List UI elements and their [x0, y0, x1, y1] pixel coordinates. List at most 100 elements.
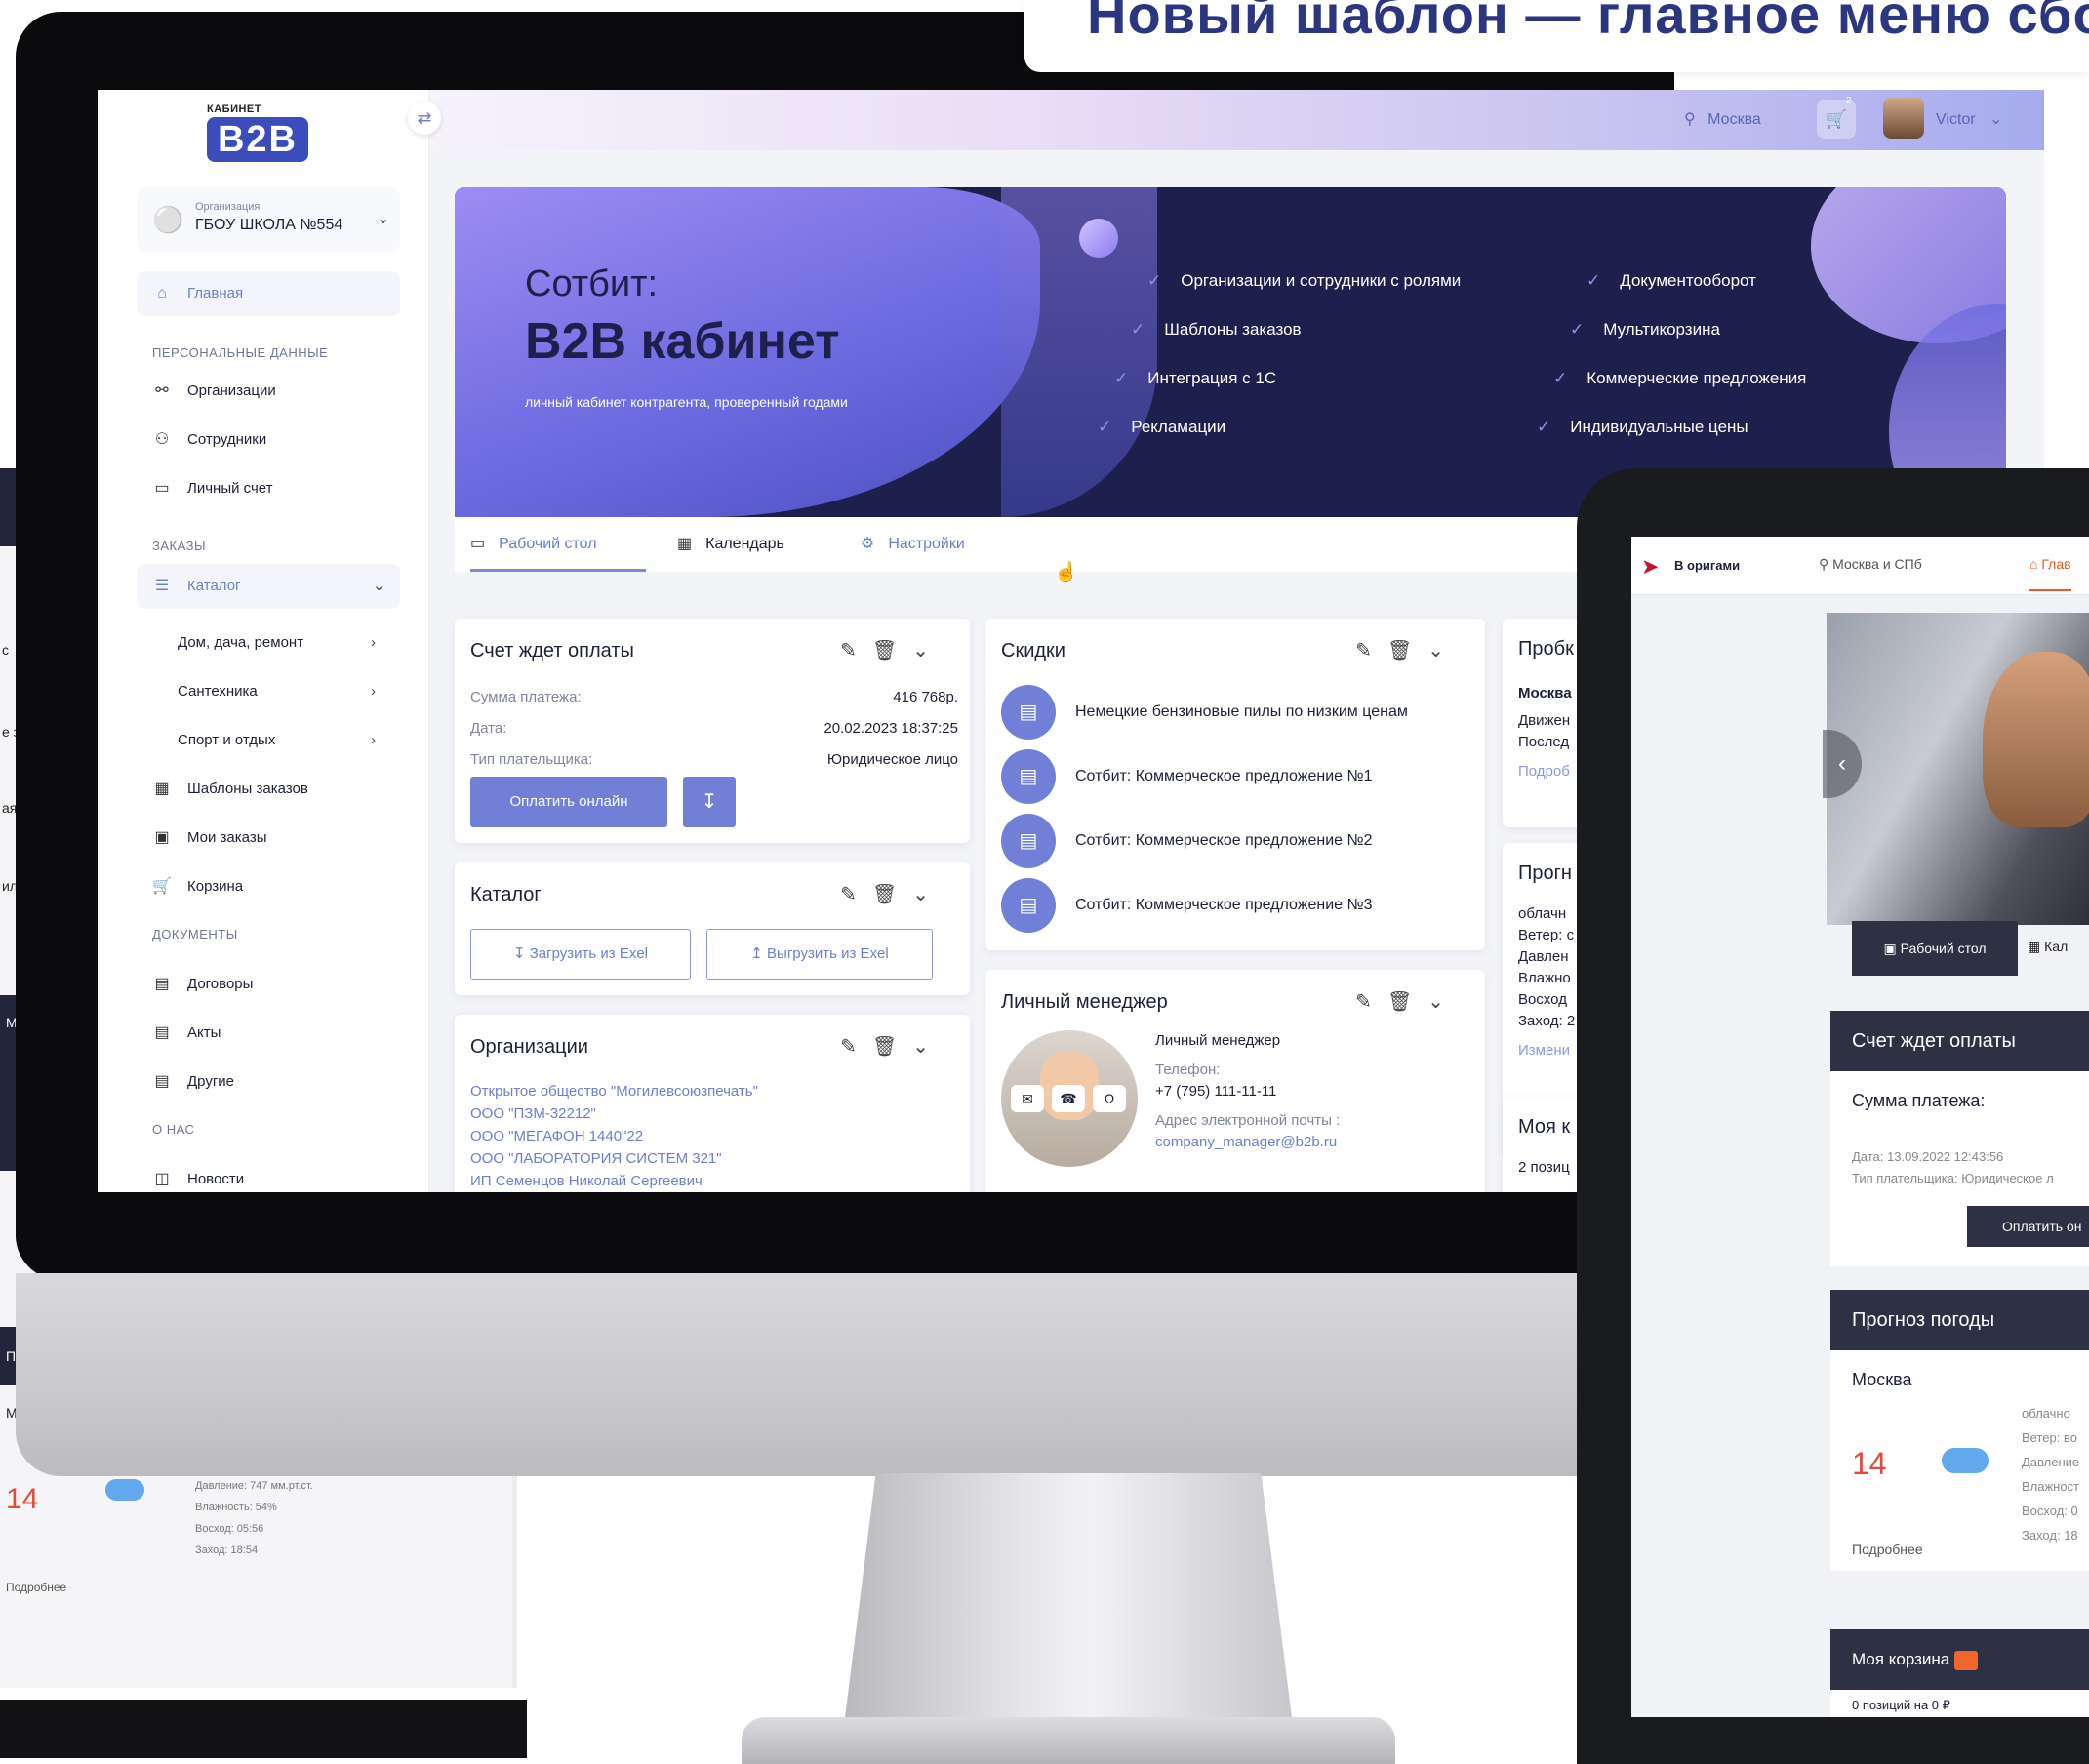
tablet-weather-title: Прогноз погоды — [1830, 1290, 2089, 1350]
trash-icon[interactable]: 🗑 — [1387, 991, 1427, 1013]
user-avatar[interactable] — [1883, 98, 1924, 139]
chevron-down-icon[interactable]: ⌄ — [1427, 991, 1460, 1013]
download-button[interactable]: ↧ — [683, 777, 736, 827]
organization-link[interactable]: ООО "ПЗМ-32212" — [470, 1105, 596, 1122]
pay-online-button[interactable]: Оплатить онлайн — [470, 777, 667, 827]
tablet-home-tab[interactable]: ⌂ Глав — [2029, 556, 2071, 591]
payment-date-row: Дата: 20.02.2023 18:37:25 — [470, 720, 958, 737]
sidebar-item-account[interactable]: ▭ Личный счет — [137, 466, 400, 511]
sidebar-item-acts[interactable]: ▤ Акты — [137, 1011, 400, 1056]
location-label: Москва — [1707, 111, 1761, 128]
tablet-tab-desktop[interactable]: ▣ Рабочий стол — [1852, 921, 2018, 976]
sidebar-item-cart[interactable]: 🛒 Корзина — [137, 864, 400, 909]
monitor-chin — [16, 1273, 1674, 1476]
weather-text: Давлен — [1518, 948, 1569, 965]
sidebar-item-label: Мои заказы — [187, 829, 267, 846]
sunset-text: Заход: 18:54 — [195, 1544, 259, 1556]
upload-excel-button[interactable]: ↧ Загрузить из Exel — [470, 929, 691, 980]
laptop-more-link[interactable]: Подробнее — [6, 1581, 66, 1594]
chevron-down-icon[interactable]: ⌄ — [912, 640, 944, 662]
tablet-top-bar: ➤ В оригами ⚲ Москва и СПб ⌂ Глав — [1631, 537, 2089, 595]
tablet-location[interactable]: ⚲ Москва и СПб — [1819, 556, 1922, 573]
weather-text: облачно — [2022, 1406, 2070, 1421]
layers-icon: ▣ — [1883, 941, 1897, 956]
tab-desktop[interactable]: ▭ Рабочий стол — [470, 517, 646, 572]
check-icon: ✓ — [1114, 369, 1129, 387]
photo-subject — [1983, 652, 2089, 827]
discount-link[interactable]: Сотбит: Коммерческое предложение №1 — [1075, 768, 1373, 785]
card-title: Организации — [470, 1036, 588, 1058]
discounts-card: Скидки ✎🗑⌄ ▤ Немецкие бензиновые пилы по… — [985, 619, 1485, 950]
tablet-pay-button[interactable]: Оплатить он — [1967, 1206, 2089, 1247]
organization-link[interactable]: ООО "МЕГАФОН 1440"22 — [470, 1128, 643, 1144]
more-link[interactable]: Подроб — [1518, 763, 1570, 780]
mail-icon[interactable]: ✉ — [1011, 1085, 1044, 1112]
sidebar-item-home[interactable]: ⌂ Главная — [137, 271, 400, 316]
document-icon: ▤ — [154, 976, 170, 992]
catalog-card: Каталог ✎🗑⌄ ↧ Загрузить из Exel ↥ Выгруз… — [455, 862, 970, 995]
discount-link[interactable]: Сотбит: Коммерческое предложение №2 — [1075, 832, 1373, 850]
cart-count-badge: 2 — [1846, 96, 1852, 106]
email-link[interactable]: company_manager@b2b.ru — [1155, 1134, 1337, 1150]
presentation-stage: с е з ая ил М П М 14 Давление: 747 мм.рт… — [0, 0, 2089, 1764]
trash-icon[interactable]: 🗑 — [872, 1036, 912, 1058]
organization-link[interactable]: ИП Семенцов Николай Сергеевич — [470, 1173, 703, 1189]
payer-type-row: Тип плательщика: Юридическое лицо — [470, 751, 958, 768]
tab-settings[interactable]: ⚙ Настройки — [861, 517, 965, 572]
catalog-subitem[interactable]: Сантехника › — [178, 683, 376, 700]
b2b-logo[interactable]: КАБИНЕТ B2B — [207, 103, 310, 164]
sidebar-item-employees[interactable]: ⚇ Сотрудники — [137, 418, 400, 462]
trash-icon[interactable]: 🗑 — [872, 884, 912, 905]
catalog-subitem[interactable]: Дом, дача, ремонт › — [178, 634, 376, 651]
sidebar-item-catalog[interactable]: ☰ Каталог ⌄ — [137, 564, 400, 609]
chevron-left-icon[interactable]: ‹ — [1823, 730, 1862, 798]
sidebar-item-news[interactable]: ◫ Новости — [137, 1157, 400, 1192]
trash-icon[interactable]: 🗑 — [872, 640, 912, 662]
organization-link[interactable]: ООО "ЛАБОРАТОРИЯ СИСТЕМ 321" — [470, 1150, 722, 1167]
sidebar-item-label: Другие — [187, 1073, 235, 1090]
sidebar-item-others[interactable]: ▤ Другие — [137, 1060, 400, 1104]
chevron-down-icon[interactable]: ⌄ — [912, 884, 944, 905]
gear-icon: ⚙ — [861, 536, 875, 552]
edit-icon[interactable]: ✎ — [840, 1036, 872, 1058]
date-text: Дата: 13.09.2022 12:43:56 — [1852, 1149, 2004, 1164]
sidebar-item-my-orders[interactable]: ▣ Мои заказы — [137, 816, 400, 861]
edit-icon[interactable]: ✎ — [1355, 991, 1387, 1013]
tablet-tab-calendar[interactable]: ▦ Кал — [2028, 939, 2068, 955]
cart-icon: 🛒 — [152, 878, 172, 895]
phone-value[interactable]: +7 (795) 111-11-11 — [1155, 1083, 1276, 1100]
export-excel-button[interactable]: ↥ Выгрузить из Exel — [706, 929, 933, 980]
change-link[interactable]: Измени — [1518, 1042, 1570, 1059]
card-tools: ✎🗑⌄ — [1355, 989, 1460, 1014]
organization-selector[interactable]: ⚪ Организация ГБОУ ШКОЛА №554 ⌄ — [137, 187, 400, 252]
banner-feature: ✓ Коммерческие предложения — [1553, 369, 1806, 388]
discount-link[interactable]: Сотбит: Коммерческое предложение №3 — [1075, 897, 1373, 914]
more-link[interactable]: Подробнее — [1852, 1542, 1923, 1557]
sidebar-item-organizations[interactable]: ⚯ Организации — [137, 369, 400, 414]
user-menu[interactable]: Victor ⌄ — [1936, 109, 2002, 129]
pressure-text: Давление: 747 мм.рт.ст. — [195, 1480, 313, 1492]
tab-calendar[interactable]: ▦ Календарь — [677, 517, 784, 572]
discount-link[interactable]: Немецкие бензиновые пилы по низким ценам — [1075, 703, 1408, 721]
chevron-down-icon[interactable]: ⌄ — [1427, 640, 1460, 662]
collapse-sidebar-button[interactable]: ⇄ — [408, 101, 441, 135]
chevron-down-icon[interactable]: ⌄ — [912, 1036, 944, 1058]
sidebar-item-templates[interactable]: ▦ Шаблоны заказов — [137, 767, 400, 812]
tab-label: Рабочий стол — [499, 536, 597, 552]
edit-icon[interactable]: ✎ — [840, 640, 872, 662]
catalog-subitem[interactable]: Спорт и отдых › — [178, 732, 376, 748]
list-icon: ☰ — [154, 578, 170, 594]
edit-icon[interactable]: ✎ — [1355, 640, 1387, 662]
sidebar-item-label: Каталог — [187, 578, 241, 594]
catalog-subitem-label: Сантехника — [178, 683, 258, 700]
location-selector[interactable]: ⚲ Москва — [1684, 109, 1761, 129]
headset-icon[interactable]: Ω — [1093, 1085, 1126, 1112]
edit-icon[interactable]: ✎ — [840, 884, 872, 905]
phone-icon[interactable]: ☎ — [1052, 1085, 1085, 1112]
trash-icon[interactable]: 🗑 — [1387, 640, 1427, 662]
banner-feature: ✓ Документооборот — [1587, 271, 1756, 291]
grid-icon: ▦ — [154, 781, 170, 797]
sidebar-item-label: Организации — [187, 382, 276, 399]
sidebar-item-contracts[interactable]: ▤ Договоры — [137, 962, 400, 1007]
organization-link[interactable]: Открытое общество "Могилевсоюзпечать" — [470, 1083, 758, 1100]
